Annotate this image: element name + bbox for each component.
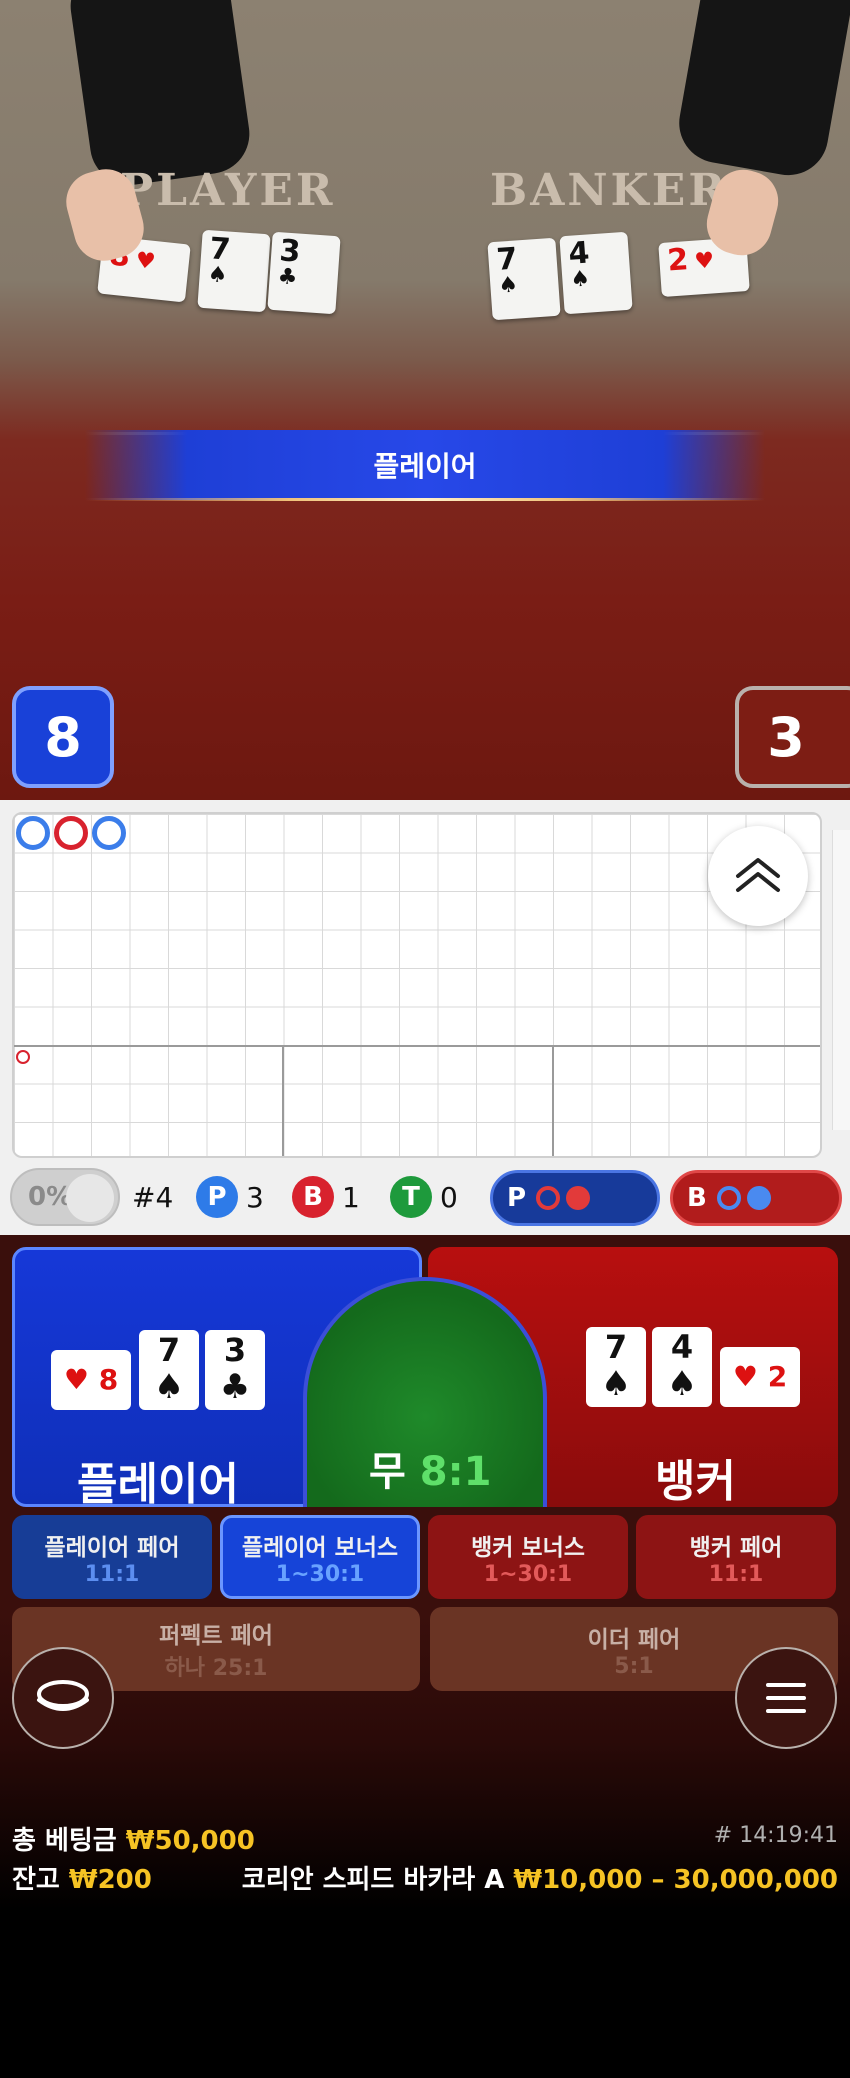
player-score: 8 xyxy=(12,686,114,788)
predict-dot xyxy=(746,1186,771,1210)
game-timestamp: # 14:19:41 xyxy=(713,1823,838,1848)
player-pair-bet[interactable]: 플레이어 페어 11:1 xyxy=(12,1515,212,1599)
collapse-roadmap-button[interactable] xyxy=(708,826,808,926)
balance: 잔고 ₩200 xyxy=(12,1865,152,1895)
player-card-2: 7 ♠ xyxy=(139,1330,199,1410)
predict-ring xyxy=(536,1186,561,1210)
dealer-arm-right xyxy=(672,0,850,182)
player-card-1: ♥ 8 xyxy=(51,1350,131,1410)
bet-tie-spot[interactable]: 무 8:1 xyxy=(303,1277,547,1507)
road-divider xyxy=(14,1045,820,1047)
road-ring-player xyxy=(92,816,126,850)
round-number: #4 xyxy=(132,1180,174,1214)
banker-win-count: B 1 xyxy=(292,1176,360,1218)
predict-ring xyxy=(716,1186,741,1210)
total-bet: 총 베팅금 ₩50,000 xyxy=(12,1826,255,1856)
predict-dot xyxy=(566,1186,591,1210)
chip-stack-icon xyxy=(37,1680,89,1711)
felt-card-player-3: 3 ♣ xyxy=(267,231,341,315)
toggle-knob xyxy=(66,1174,114,1222)
result-banner: 플레이어 xyxy=(85,430,765,500)
banker-pair-bet[interactable]: 뱅커 페어 11:1 xyxy=(636,1515,836,1599)
banker-bet-label: 뱅커 xyxy=(655,1456,736,1507)
tie-count: T 0 xyxy=(390,1176,458,1218)
banker-score: 3 xyxy=(735,686,850,788)
tie-dot: T xyxy=(390,1176,432,1218)
banker-card-1: 7 ♠ xyxy=(586,1327,646,1407)
felt-player-label: PLAYER xyxy=(120,165,336,216)
player-bet-label: 플레이어 xyxy=(77,1459,239,1510)
road-divider xyxy=(282,1045,284,1156)
banker-card-3: ♥ 2 xyxy=(720,1347,800,1407)
predict-banker-button[interactable]: B xyxy=(670,1170,842,1226)
bead-road-grid[interactable] xyxy=(12,812,822,1158)
felt-banker-label: BANKER xyxy=(490,165,728,216)
betting-area: ♥ 8 7 ♠ 3 ♣ 플레이어 7 ♠ 4 ♠ ♥ 2 뱅커 무 8:1 플레이어 페… xyxy=(0,1235,850,2078)
live-video: PLAYER BANKER 8♥ 7♠ 3♣ 7♠ 4♠ 2♥ 플레이어 8 3 xyxy=(0,0,850,800)
banker-card-2: 4 ♠ xyxy=(652,1327,712,1407)
small-road-ring xyxy=(16,1050,30,1064)
road-ring-player xyxy=(16,816,50,850)
felt-card-player-2: 7 ♠ xyxy=(197,229,271,313)
predict-player-button[interactable]: P xyxy=(490,1170,660,1226)
player-bonus-bet[interactable]: 플레이어 보너스 1~30:1 xyxy=(220,1515,420,1599)
road-ring-banker xyxy=(54,816,88,850)
player-card-3: 3 ♣ xyxy=(205,1330,265,1410)
chevron-double-up-icon xyxy=(736,858,780,892)
player-win-count: P 3 xyxy=(196,1176,264,1218)
roadmap-panel xyxy=(0,800,850,1172)
next-panel-peek xyxy=(832,830,850,1130)
road-divider xyxy=(552,1045,554,1156)
banner-bottom-line xyxy=(85,498,765,501)
dealer-arm-left xyxy=(65,0,255,191)
stats-bar: 0% #4 P 3 B 1 T 0 P B xyxy=(0,1160,850,1235)
chip-selector-button[interactable] xyxy=(12,1647,114,1749)
player-dot: P xyxy=(196,1176,238,1218)
table-info: 코리안 스피드 바카라 A ₩10,000 – 30,000,000 xyxy=(241,1865,838,1895)
felt-card-banker-2: 4 ♠ xyxy=(559,231,633,315)
tie-bet-label: 무 8:1 xyxy=(369,1449,492,1495)
felt-card-banker-1: 7 ♠ xyxy=(487,237,561,321)
banker-bonus-bet[interactable]: 뱅커 보너스 1~30:1 xyxy=(428,1515,628,1599)
percent-toggle[interactable]: 0% xyxy=(10,1168,120,1226)
banker-dot: B xyxy=(292,1176,334,1218)
menu-icon xyxy=(766,1683,806,1713)
menu-button[interactable] xyxy=(735,1647,837,1749)
